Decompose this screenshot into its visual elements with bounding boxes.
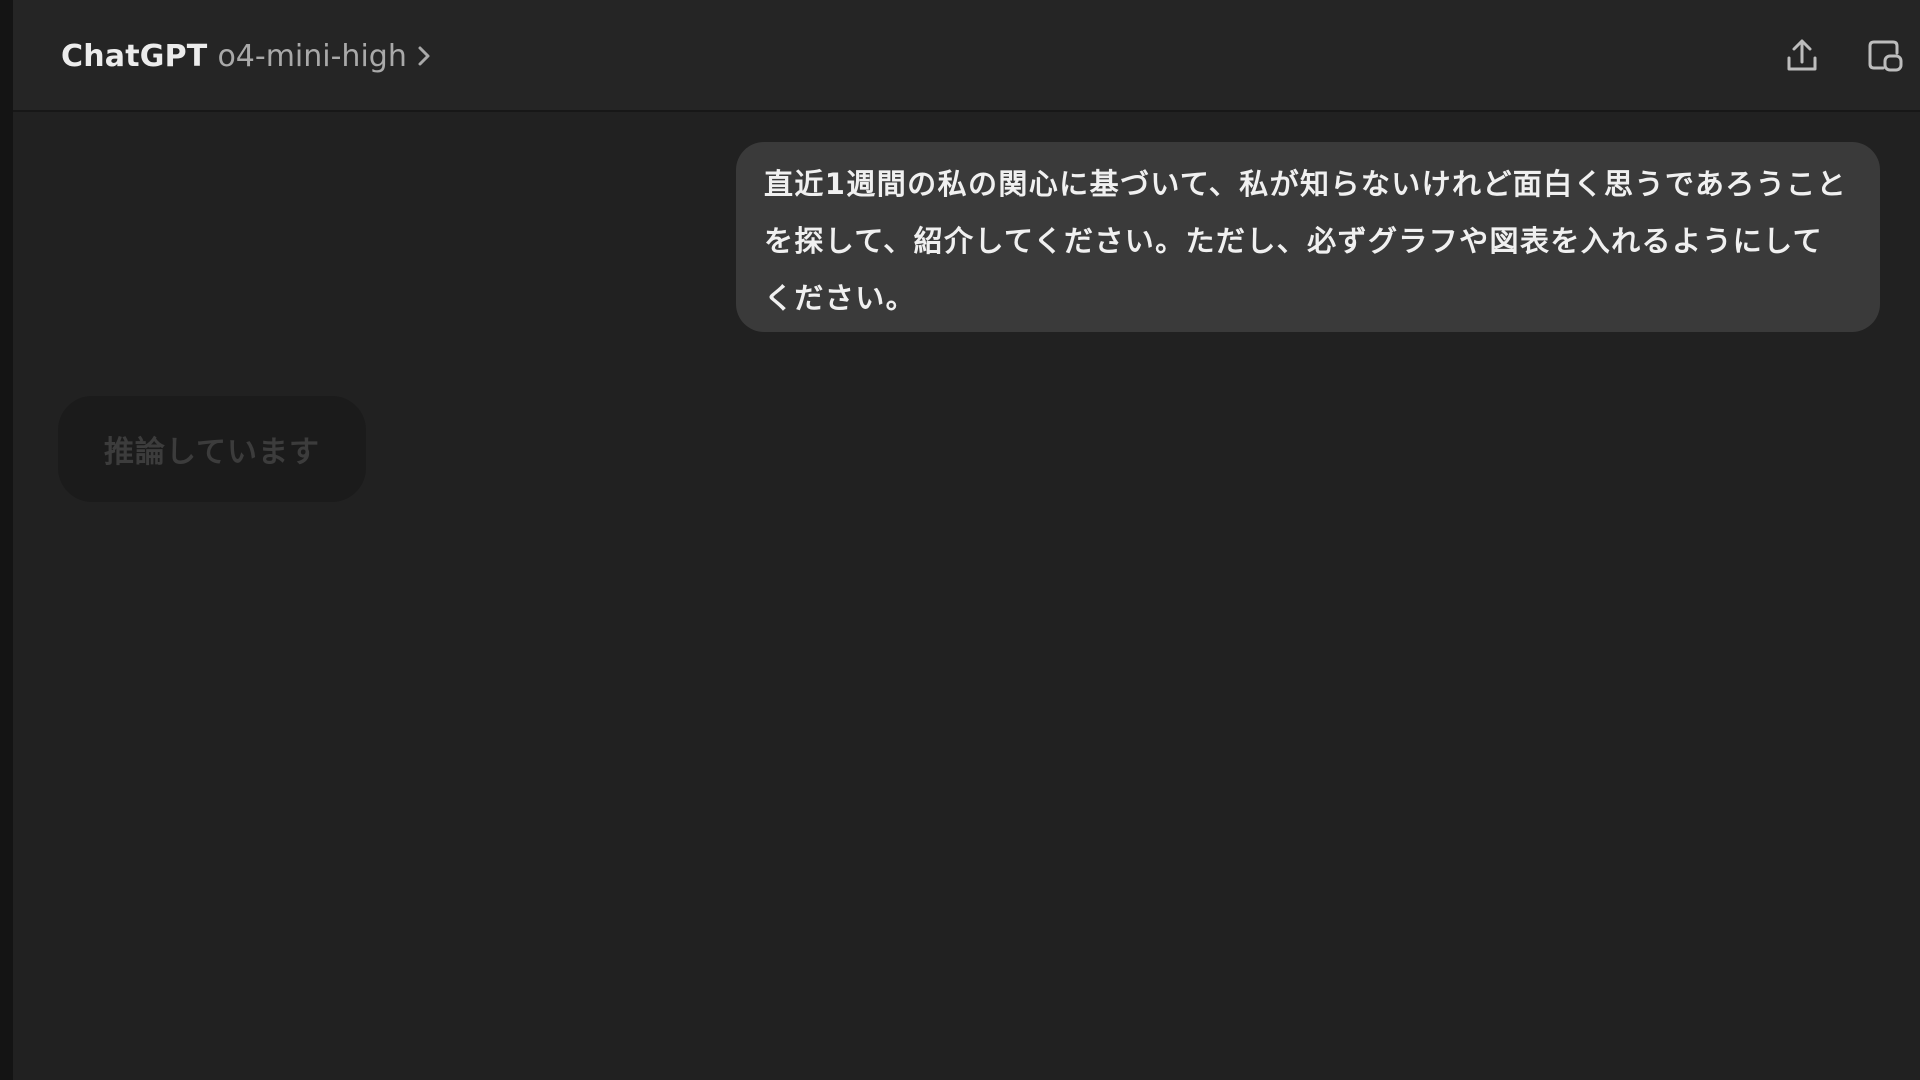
user-message-bubble: 直近1週間の私の関心に基づいて、私が知らないけれど面白く思うであろうことを探して… xyxy=(736,142,1880,332)
temporary-chat-icon[interactable] xyxy=(1861,32,1909,80)
chevron-right-icon xyxy=(417,45,435,67)
model-name: o4-mini-high xyxy=(217,38,407,74)
model-selector-button[interactable]: ChatGPT o4-mini-high xyxy=(61,34,435,78)
top-bar: ChatGPT o4-mini-high xyxy=(13,0,1920,112)
reasoning-status: 推論しています xyxy=(58,396,366,502)
app-name: ChatGPT xyxy=(61,38,208,74)
share-icon[interactable] xyxy=(1778,32,1826,80)
chat-window: ChatGPT o4-mini-high 直近1週間の私の関心に基づいて、私が知… xyxy=(13,0,1920,1080)
